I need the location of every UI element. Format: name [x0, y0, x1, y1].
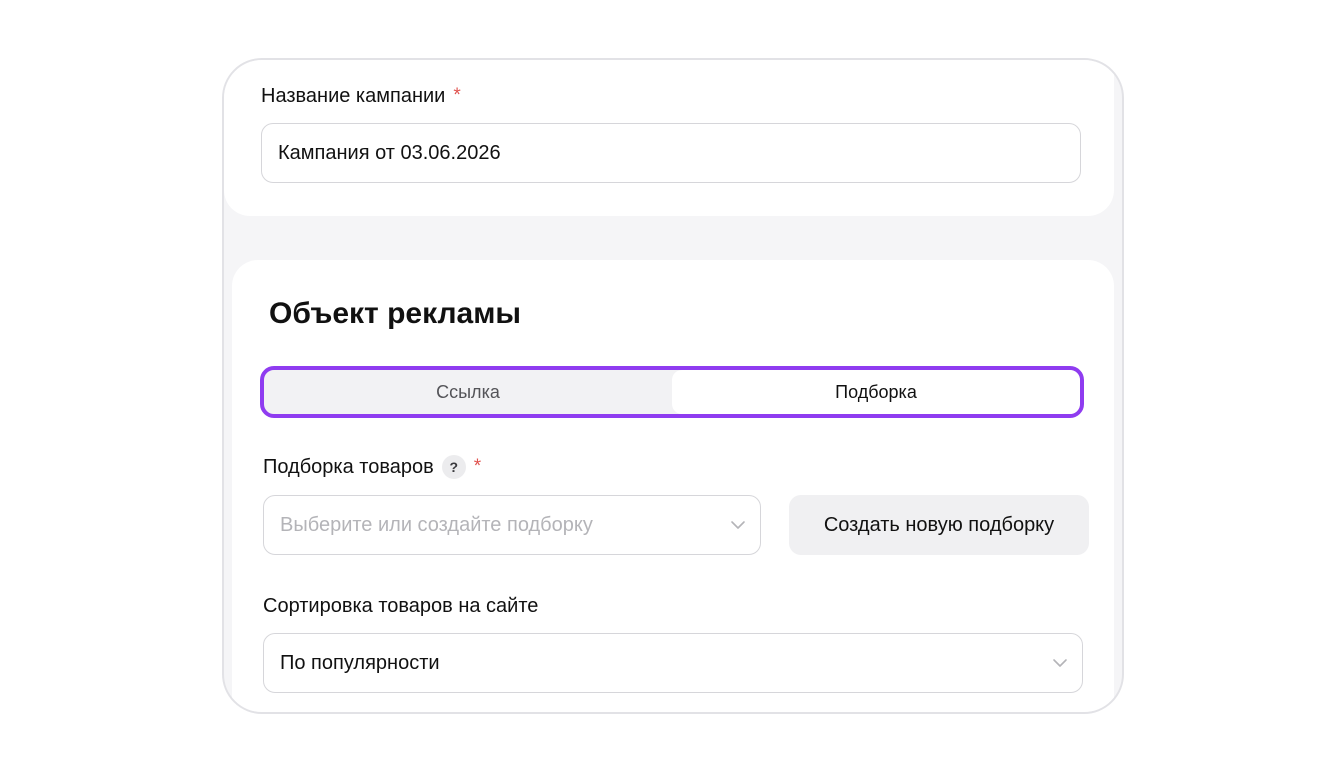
question-icon[interactable]: ?	[441, 455, 466, 479]
collection-select[interactable]: Выберите или создайте подборку	[263, 495, 761, 555]
tab-link[interactable]: Ссылка	[264, 370, 672, 414]
ad-object-section: Объект рекламы Ссылка Подборка Подборка …	[232, 260, 1114, 712]
sort-value: По популярности	[280, 651, 440, 674]
required-asterisk: *	[453, 85, 461, 106]
tab-collection[interactable]: Подборка	[672, 370, 1080, 414]
chevron-down-icon	[1053, 659, 1067, 667]
collection-placeholder: Выберите или создайте подборку	[280, 513, 593, 536]
campaign-name-section: Название кампании * Кампания от 03.06.20…	[224, 60, 1114, 216]
sort-select[interactable]: По популярности	[263, 633, 1083, 693]
sort-label: Сортировка товаров на сайте	[263, 594, 538, 618]
collection-label-text: Подборка товаров	[263, 456, 434, 478]
collection-label: Подборка товаров ? *	[263, 455, 481, 479]
chevron-down-icon	[731, 521, 745, 529]
campaign-name-label: Название кампании *	[261, 84, 461, 108]
campaign-name-input[interactable]: Кампания от 03.06.2026	[261, 123, 1081, 183]
campaign-form-frame: Название кампании * Кампания от 03.06.20…	[222, 58, 1124, 714]
campaign-name-value: Кампания от 03.06.2026	[278, 141, 501, 164]
create-collection-button[interactable]: Создать новую подборку	[789, 495, 1089, 555]
campaign-name-label-text: Название кампании	[261, 85, 446, 107]
sort-label-text: Сортировка товаров на сайте	[263, 595, 539, 617]
required-asterisk: *	[473, 456, 482, 477]
ad-object-heading: Объект рекламы	[269, 297, 522, 330]
ad-object-type-switch[interactable]: Ссылка Подборка	[260, 366, 1084, 418]
